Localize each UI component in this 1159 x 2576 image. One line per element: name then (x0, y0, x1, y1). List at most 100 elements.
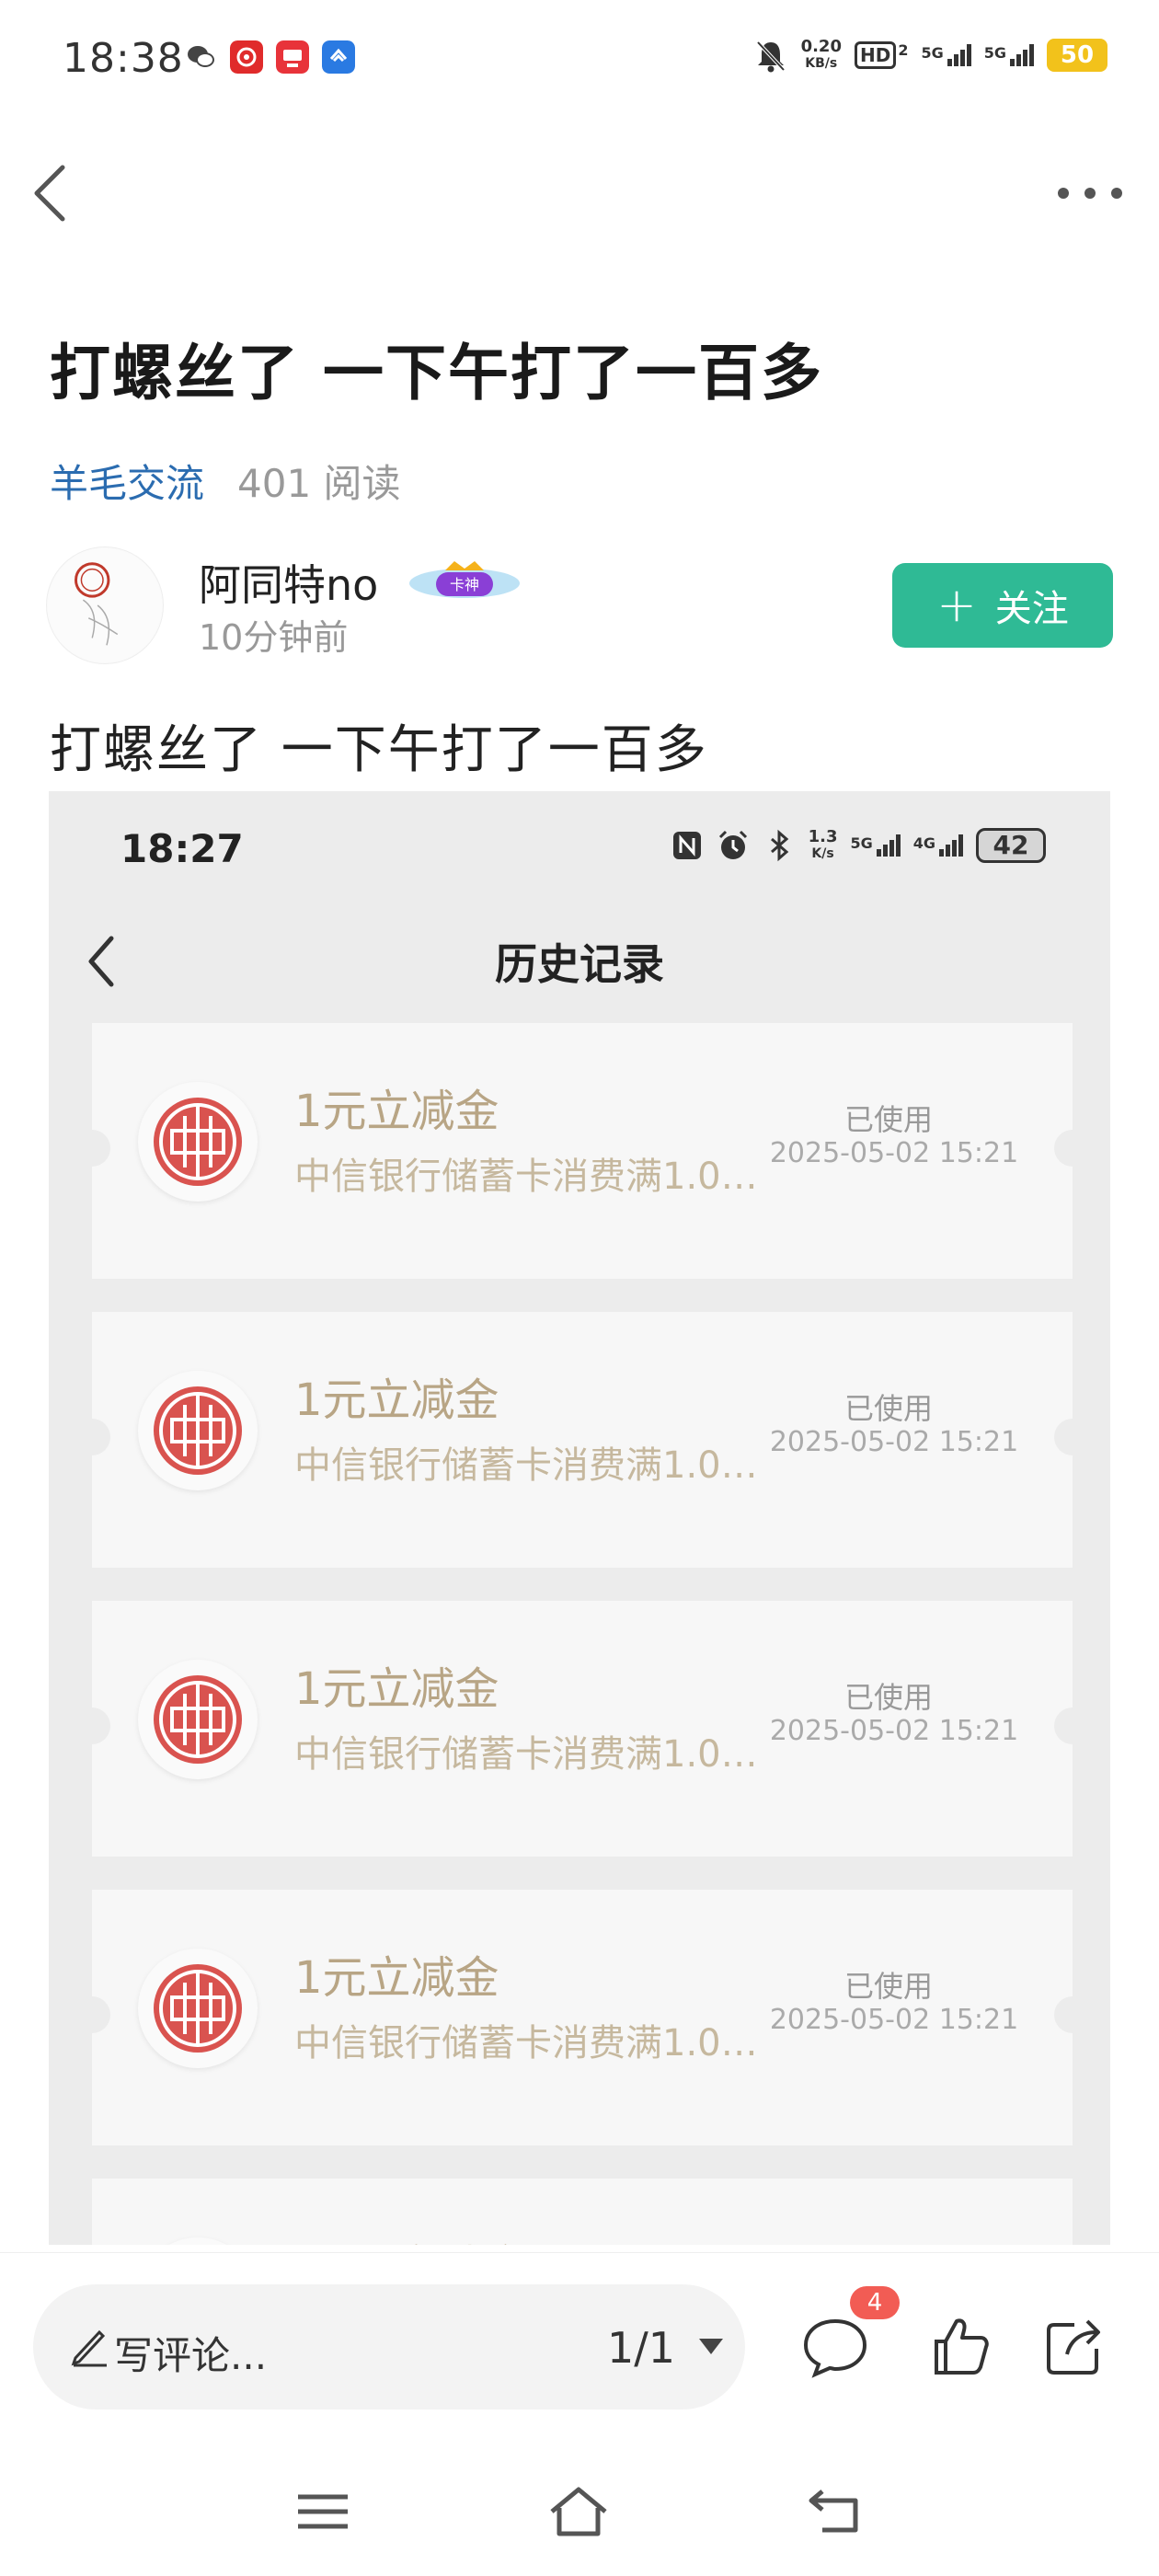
post-meta: 羊毛交流 401 阅读 (50, 453, 401, 509)
comment-input[interactable]: 写评论... 1/1 (33, 2284, 745, 2409)
reading-app-icon (276, 40, 309, 74)
card-notch-left (74, 1708, 110, 1744)
card-master-badge-icon: 卡神 (409, 561, 520, 598)
comment-count-badge: 4 (850, 2286, 900, 2319)
status-bar: 18:38 0.20 KB/s HD 2 5G 5G 50 (0, 0, 1159, 120)
follow-button[interactable]: + 关注 (892, 563, 1113, 648)
coupon-card: 10元立减金 (92, 2179, 1073, 2245)
shot-signal-1: 5G (850, 834, 901, 857)
coupon-title: 1元立减金 (294, 1663, 499, 1715)
net-speed-unit: KB/s (805, 56, 838, 71)
net-speed-value: 0.20 (800, 37, 842, 56)
read-count: 401 阅读 (237, 461, 401, 506)
avatar[interactable] (46, 546, 164, 664)
badge-text: 卡神 (450, 576, 479, 593)
status-time: 18:38 (63, 35, 184, 82)
card-notch-left (74, 1996, 110, 2033)
battery-indicator: 50 (1047, 39, 1107, 72)
comment-bubble-icon[interactable] (798, 2310, 872, 2384)
shot-signal-2: 4G (913, 834, 963, 857)
menu-icon[interactable] (291, 2484, 355, 2539)
coupon-date: 2025-05-02 15:21 (769, 2004, 1019, 2036)
hd-sub: 2 (898, 41, 909, 59)
coupon-status: 已使用 (843, 1391, 933, 1426)
signal-1-label: 5G (921, 44, 944, 62)
system-navigation (0, 2429, 1159, 2576)
music-app-icon (230, 40, 263, 74)
post-title: 打螺丝了 一下午打了一百多 (50, 338, 823, 408)
shot-net-speed-value: 1.3 (808, 827, 838, 846)
author-row: 阿同特no 卡神 10分钟前 + 关注 (46, 546, 1113, 675)
hd-indicator: HD 2 (854, 41, 909, 69)
coupon-status: 已使用 (843, 1969, 933, 2004)
status-right: 0.20 KB/s HD 2 5G 5G 50 (753, 37, 1107, 74)
citic-bank-logo-icon (138, 2237, 258, 2245)
mute-bell-icon (756, 40, 786, 73)
shot-status-time: 18:27 (120, 826, 244, 871)
coupon-card: 1元立减金中信银行储蓄卡消费满1.01... 已使用 2025-05-02 15:2… (74, 1023, 1091, 1279)
coupon-card: 1元立减金中信银行储蓄卡消费满1.01... 已使用 2025-05-02 15:2… (74, 1890, 1091, 2145)
coupon-desc: 中信银行储蓄卡消费满1.01... (294, 1733, 773, 1776)
signal-2-label: 5G (983, 44, 1006, 62)
hd-label: HD (854, 41, 897, 69)
citic-bank-logo-icon (138, 1660, 258, 1779)
shot-battery: 42 (976, 828, 1046, 863)
return-icon[interactable] (804, 2484, 868, 2539)
coupon-card: 1元立减金中信银行储蓄卡消费满1.01... 已使用 2025-05-02 15:2… (74, 1601, 1091, 1857)
coupon-desc: 中信银行储蓄卡消费满1.01... (294, 2022, 773, 2064)
coupon-status: 已使用 (843, 1102, 933, 1137)
alarm-icon (718, 830, 747, 859)
plus-icon: + (936, 578, 977, 633)
nfc-icon (672, 832, 701, 859)
bluetooth-icon (770, 829, 788, 862)
citic-bank-logo-icon (138, 1082, 258, 1202)
notification-icons (184, 40, 355, 74)
home-icon[interactable] (546, 2484, 611, 2539)
coupon-desc: 中信银行储蓄卡消费满1.01... (294, 1444, 773, 1487)
follow-label: 关注 (994, 588, 1069, 630)
caret-down-icon[interactable] (697, 2336, 725, 2358)
citic-bank-logo-icon (138, 1371, 258, 1490)
shot-net-speed: 1.3 K/s (809, 829, 838, 862)
shot-signal-2-label: 4G (912, 834, 935, 852)
blue-app-icon (322, 40, 355, 74)
signal-1: 5G (921, 44, 971, 66)
post-image[interactable]: 18:27 1.3 K/s 5G 4G 42 历史记录 1元立减金中信银行储蓄卡… (49, 791, 1110, 2245)
card-notch-left (74, 1419, 110, 1455)
back-arrow-icon[interactable] (28, 156, 74, 230)
category-link[interactable]: 羊毛交流 (50, 453, 204, 509)
coupon-card: 1元立减金中信银行储蓄卡消费满1.01... 已使用 2025-05-02 15:2… (74, 1312, 1091, 1568)
post-body: 打螺丝了 一下午打了一百多 (50, 720, 708, 780)
shot-page-title: 历史记录 (495, 939, 664, 989)
author-name[interactable]: 阿同特no (199, 552, 378, 613)
bottom-action-bar: 写评论... 1/1 4 (0, 2252, 1159, 2427)
wechat-icon (188, 46, 214, 67)
net-speed: 0.20 KB/s (801, 39, 842, 72)
share-icon[interactable] (1038, 2310, 1111, 2384)
pen-icon (71, 2329, 107, 2367)
coupon-status: 已使用 (843, 1680, 933, 1715)
post-time: 10分钟前 (199, 617, 349, 658)
card-notch-right (1054, 1130, 1091, 1167)
shot-signal-1-label: 5G (850, 834, 873, 852)
coupon-date: 2025-05-02 15:21 (769, 1715, 1019, 1747)
coupon-title: 10元立减金 (294, 2230, 527, 2245)
page-indicator[interactable]: 1/1 (607, 2323, 675, 2373)
coupon-desc: 中信银行储蓄卡消费满1.01... (294, 1156, 773, 1198)
coupon-title: 1元立减金 (294, 1086, 499, 1137)
coupon-title: 1元立减金 (294, 1952, 499, 2004)
coupon-title: 1元立减金 (294, 1374, 499, 1426)
shot-net-speed-unit: K/s (811, 846, 834, 861)
thumbs-up-icon[interactable] (924, 2310, 997, 2384)
card-notch-right (1054, 1708, 1091, 1744)
shot-status-icons: 1.3 K/s 5G 4G 42 (671, 828, 1046, 863)
card-notch-right (1054, 1419, 1091, 1455)
more-dots-icon[interactable] (1058, 175, 1122, 212)
citic-bank-logo-icon (138, 1949, 258, 2068)
card-notch-left (74, 1130, 110, 1167)
coupon-date: 2025-05-02 15:21 (769, 1137, 1019, 1169)
coupon-date: 2025-05-02 15:21 (769, 1426, 1019, 1458)
signal-2: 5G (984, 44, 1034, 66)
card-notch-right (1054, 1996, 1091, 2033)
comment-placeholder: 写评论... (114, 2333, 268, 2378)
